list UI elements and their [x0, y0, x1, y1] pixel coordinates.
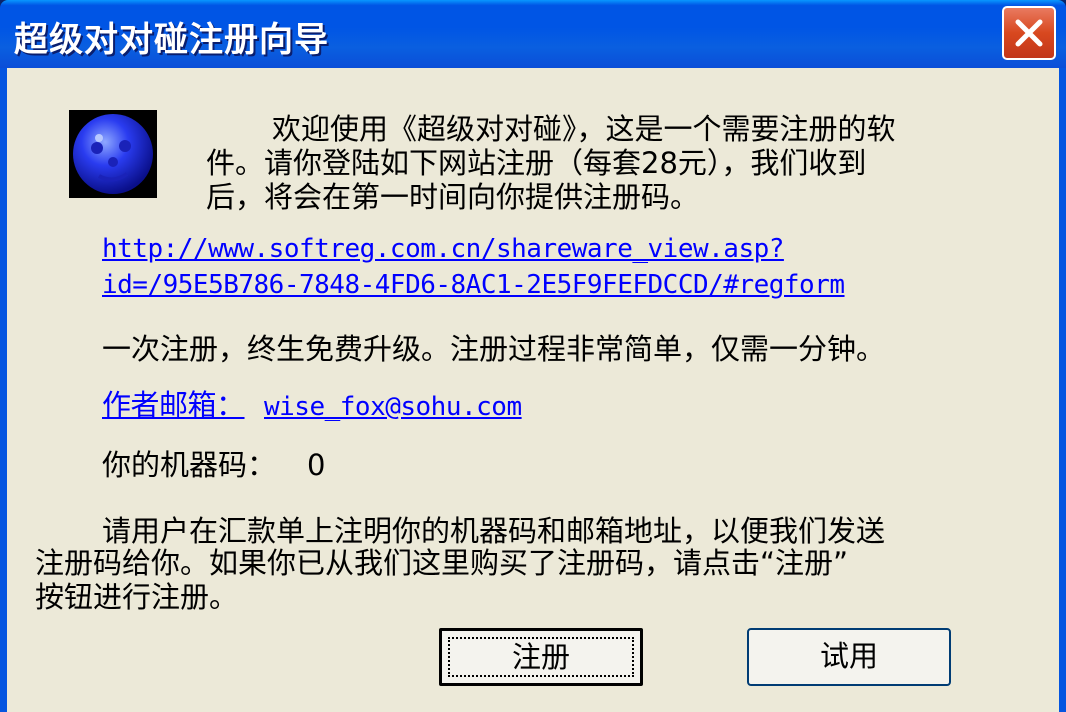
intro-line-3: 后，将会在第一时间向你提供注册码。 [206, 180, 700, 214]
register-wizard-window: 超级对对碰注册向导 欢迎使用《超级对对碰》，这是一个需要注册的软 件。请你登陆如… [0, 0, 1066, 712]
intro-line-2: 件。请你登陆如下网站注册（每套28元），我们收到 [206, 146, 867, 180]
dialog-body: 欢迎使用《超级对对碰》，这是一个需要注册的软 件。请你登陆如下网站注册（每套28… [7, 68, 1059, 712]
window-frame-left [0, 68, 7, 712]
machine-code-value: 0 [307, 448, 326, 482]
title-bar[interactable]: 超级对对碰注册向导 [0, 0, 1066, 68]
register-link-line-2[interactable]: id=/95E5B786-7848-4FD6-8AC1-2E5F9FEFDCCD… [102, 268, 845, 302]
close-icon [1015, 19, 1043, 47]
trial-button-label: 试用 [819, 639, 878, 673]
register-button[interactable]: 注册 [439, 628, 643, 686]
upgrade-note: 一次注册，终生免费升级。注册过程非常简单，仅需一分钟。 [102, 332, 886, 366]
window-frame-right [1059, 68, 1066, 712]
instructions-line-1: 请用户在汇款单上注明你的机器码和邮箱地址，以便我们发送 [102, 514, 886, 548]
trial-button[interactable]: 试用 [747, 628, 951, 686]
focus-rectangle [448, 637, 634, 677]
register-link-line-1[interactable]: http://www.softreg.com.cn/shareware_view… [102, 232, 784, 266]
window-title: 超级对对碰注册向导 [14, 20, 329, 60]
author-email-label[interactable]: 作者邮箱： [102, 388, 245, 422]
author-email-address[interactable]: wise_fox@sohu.com [264, 390, 522, 424]
intro-line-1: 欢迎使用《超级对对碰》，这是一个需要注册的软 [272, 112, 896, 146]
close-button[interactable] [1002, 6, 1056, 60]
instructions-line-2: 注册码给你。如果你已从我们这里购买了注册码，请点击“注册” [35, 546, 849, 580]
instructions-line-3: 按钮进行注册。 [35, 580, 239, 614]
machine-code-label: 你的机器码： [102, 448, 277, 482]
smiley-face-icon [69, 110, 157, 198]
